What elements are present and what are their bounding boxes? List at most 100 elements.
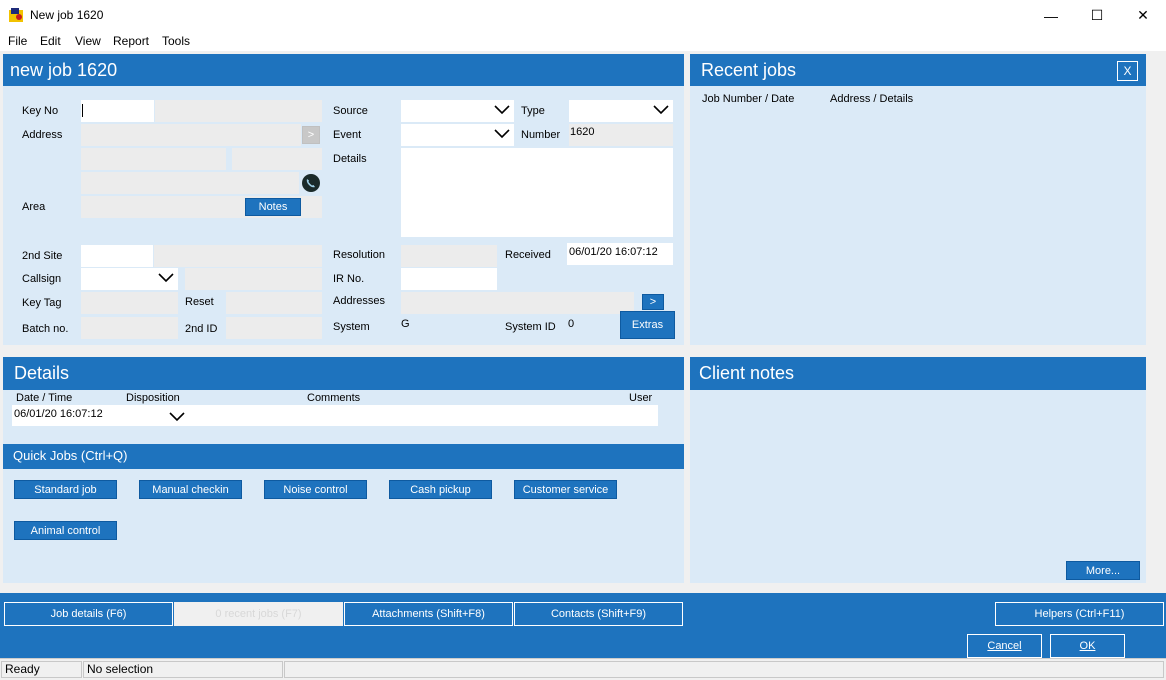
menu-view[interactable]: View (75, 34, 101, 48)
tab-helpers[interactable]: Helpers (Ctrl+F11) (995, 602, 1164, 626)
addresses-input[interactable] (401, 292, 634, 314)
system-value: G (401, 318, 410, 330)
menu-report[interactable]: Report (113, 34, 149, 48)
details-title: Details (14, 363, 70, 383)
status-selection: No selection (83, 661, 283, 678)
reset-input[interactable] (226, 292, 322, 314)
event-label: Event (333, 129, 362, 141)
maximize-icon[interactable]: ☐ (1074, 0, 1120, 31)
recent-jobs-close-button[interactable]: X (1117, 61, 1138, 81)
tab-contacts[interactable]: Contacts (Shift+F9) (514, 602, 683, 626)
tab-job-details[interactable]: Job details (F6) (4, 602, 173, 626)
chevron-down-icon (158, 273, 174, 283)
addresses-label: Addresses (333, 295, 385, 307)
callsign-description (185, 268, 322, 290)
second-site-label: 2nd Site (22, 250, 63, 262)
address-line-3[interactable] (232, 148, 322, 170)
client-notes-panel (690, 357, 1146, 583)
details-col-disposition: Disposition (126, 392, 180, 404)
callsign-select[interactable] (81, 268, 178, 290)
address-line-1[interactable] (81, 124, 301, 146)
callsign-label: Callsign (22, 273, 62, 285)
quick-job-animal-control[interactable]: Animal control (14, 521, 117, 540)
recent-jobs-title: Recent jobs (701, 59, 797, 80)
status-extra (284, 661, 1164, 678)
quick-jobs-title: Quick Jobs (Ctrl+Q) (13, 448, 128, 463)
quick-job-standard[interactable]: Standard job (14, 480, 117, 499)
ok-button[interactable]: OK (1050, 634, 1125, 658)
status-ready: Ready (1, 661, 82, 678)
address-line-4[interactable] (81, 172, 299, 194)
quick-jobs-header: Quick Jobs (Ctrl+Q) (3, 444, 684, 469)
details-row-datetime: 06/01/20 16:07:12 (14, 408, 103, 420)
second-id-input[interactable] (226, 317, 322, 339)
menu-edit[interactable]: Edit (40, 34, 61, 48)
resolution-label: Resolution (333, 249, 385, 261)
recent-jobs-col-job: Job Number / Date (702, 93, 795, 105)
quick-job-manual-checkin[interactable]: Manual checkin (139, 480, 242, 499)
notes-button[interactable]: Notes (245, 198, 301, 216)
source-select[interactable] (401, 100, 514, 122)
key-no-input[interactable] (81, 100, 154, 122)
batch-no-label: Batch no. (22, 323, 69, 335)
extras-button[interactable]: Extras (620, 311, 675, 339)
chevron-down-icon[interactable] (169, 410, 185, 424)
window-title: New job 1620 (30, 8, 104, 22)
recent-jobs-col-address: Address / Details (830, 93, 914, 105)
second-id-label: 2nd ID (185, 323, 218, 335)
address-line-2[interactable] (81, 148, 226, 170)
minimize-icon[interactable]: — (1028, 0, 1074, 31)
details-row[interactable]: 06/01/20 16:07:12 (12, 405, 658, 426)
close-icon[interactable]: ✕ (1120, 0, 1166, 31)
key-no-label: Key No (22, 105, 59, 117)
more-button[interactable]: More... (1066, 561, 1140, 580)
details-panel (3, 357, 684, 583)
phone-icon[interactable] (301, 173, 321, 193)
second-site-description (154, 245, 322, 267)
details-textarea[interactable] (401, 148, 673, 237)
tab-recent-jobs[interactable]: 0 recent jobs (F7) (174, 602, 343, 626)
key-tag-input[interactable] (81, 292, 178, 314)
resolution-input[interactable] (401, 245, 497, 267)
tab-attachments[interactable]: Attachments (Shift+F8) (344, 602, 513, 626)
cancel-button[interactable]: Cancel (967, 634, 1042, 658)
system-id-label: System ID (505, 321, 556, 333)
quick-job-cash-pickup[interactable]: Cash pickup (389, 480, 492, 499)
key-tag-label: Key Tag (22, 297, 62, 309)
chevron-down-icon (653, 105, 669, 115)
app-icon (9, 8, 23, 22)
details-col-datetime: Date / Time (16, 392, 73, 404)
type-select[interactable] (569, 100, 673, 122)
menu-tools[interactable]: Tools (162, 34, 190, 48)
chevron-down-icon (494, 105, 510, 115)
source-label: Source (333, 105, 368, 117)
details-header: Details (3, 357, 684, 390)
job-panel-header: new job 1620 (3, 54, 684, 86)
chevron-down-icon (494, 129, 510, 139)
event-select[interactable] (401, 124, 514, 146)
address-go-button[interactable]: > (302, 126, 320, 144)
ir-no-label: IR No. (333, 273, 365, 285)
batch-no-input[interactable] (81, 317, 178, 339)
system-id-value: 0 (568, 318, 575, 330)
second-site-input[interactable] (81, 245, 153, 267)
menu-bar: File Edit View Report Tools (0, 31, 1166, 51)
type-label: Type (521, 105, 545, 117)
menu-file[interactable]: File (8, 34, 27, 48)
received-value[interactable]: 06/01/20 16:07:12 (567, 243, 673, 265)
title-bar: New job 1620 — ☐ ✕ (0, 0, 1166, 31)
quick-job-noise-control[interactable]: Noise control (264, 480, 367, 499)
reset-label: Reset (185, 296, 214, 308)
details-col-user: User (629, 392, 653, 404)
ir-no-input[interactable] (401, 268, 497, 290)
client-notes-title: Client notes (699, 363, 795, 383)
number-value: 1620 (569, 124, 673, 146)
client-notes-header: Client notes (690, 357, 1146, 390)
job-panel-title: new job 1620 (10, 59, 118, 80)
addresses-go-button[interactable]: > (642, 294, 664, 310)
key-no-description (155, 100, 322, 122)
number-label: Number (521, 129, 561, 141)
quick-job-customer-service[interactable]: Customer service (514, 480, 617, 499)
address-label: Address (22, 129, 63, 141)
system-label: System (333, 321, 370, 333)
